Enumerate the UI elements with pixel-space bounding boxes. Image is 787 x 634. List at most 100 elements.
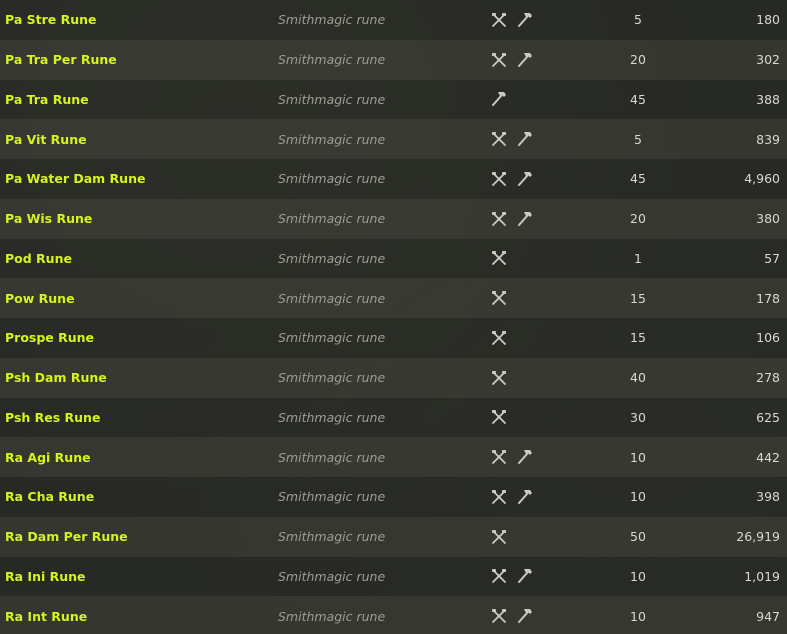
rune-price: 380 [756, 211, 780, 227]
rune-name-link[interactable]: Pa Tra Rune [5, 92, 89, 107]
table-row: Ra Agi Rune Smithmagic rune 10 442 [0, 437, 787, 477]
rune-level: 20 [630, 211, 646, 227]
table-row: Ra Ini Rune Smithmagic rune 10 1,019 [0, 556, 787, 597]
rune-name-link[interactable]: Ra Cha Rune [5, 489, 94, 504]
hammer-icon [516, 171, 534, 187]
rune-level: 1 [634, 250, 642, 266]
rune-level: 15 [630, 290, 646, 306]
rune-type-label: Smithmagic rune [278, 568, 386, 584]
rune-type-label: Smithmagic rune [278, 290, 386, 306]
rune-level: 10 [630, 449, 646, 465]
rune-name-link[interactable]: Pa Vit Rune [5, 132, 87, 147]
rune-price: 388 [756, 91, 780, 107]
profession-icons [490, 250, 508, 266]
profession-icons [490, 409, 508, 425]
rune-price: 106 [756, 330, 780, 346]
table-row: Pa Stre Rune Smithmagic rune 5 180 [0, 0, 787, 40]
rune-name-link[interactable]: Ra Dam Per Rune [5, 529, 128, 544]
rune-type-label: Smithmagic rune [278, 330, 386, 346]
rune-level: 5 [634, 12, 642, 28]
rune-level: 50 [630, 529, 646, 545]
table-row: Ra Dam Per Rune Smithmagic rune 50 26,919 [0, 516, 787, 557]
rune-name-link[interactable]: Ra Ini Rune [5, 569, 86, 584]
table-row: Psh Res Rune Smithmagic rune 30 625 [0, 397, 787, 438]
profession-icons [490, 131, 534, 147]
rune-name-link[interactable]: Psh Res Rune [5, 410, 100, 425]
rune-level: 30 [630, 409, 646, 425]
profession-icons [490, 489, 534, 505]
table-row: Ra Cha Rune Smithmagic rune 10 398 [0, 477, 787, 517]
rune-price: 947 [756, 608, 780, 624]
craft-icon [490, 370, 508, 386]
profession-icons [490, 290, 508, 306]
rune-price: 180 [756, 12, 780, 28]
rune-level: 10 [630, 489, 646, 505]
hammer-icon [516, 211, 534, 227]
craft-icon [490, 250, 508, 266]
rune-price: 302 [756, 52, 780, 68]
rune-level: 40 [630, 370, 646, 386]
table-row: Prospe Rune Smithmagic rune 15 106 [0, 318, 787, 358]
hammer-icon [516, 52, 534, 68]
rune-type-label: Smithmagic rune [278, 370, 386, 386]
rune-type-label: Smithmagic rune [278, 250, 386, 266]
table-row: Pa Water Dam Rune Smithmagic rune 45 4,960 [0, 159, 787, 199]
hammer-icon [516, 489, 534, 505]
table-row: Pa Wis Rune Smithmagic rune 20 380 [0, 198, 787, 239]
table-row: Ra Int Rune Smithmagic rune 10 947 [0, 596, 787, 634]
rune-name-link[interactable]: Pow Rune [5, 291, 75, 306]
hammer-icon [516, 608, 534, 624]
rune-name-link[interactable]: Ra Agi Rune [5, 450, 91, 465]
hammer-icon [516, 568, 534, 584]
rune-price: 839 [756, 131, 780, 147]
rune-type-label: Smithmagic rune [278, 409, 386, 425]
craft-icon [490, 52, 508, 68]
craft-icon [490, 211, 508, 227]
table-row: Pod Rune Smithmagic rune 1 57 [0, 238, 787, 279]
rune-type-label: Smithmagic rune [278, 12, 386, 28]
profession-icons [490, 449, 534, 465]
craft-icon [490, 608, 508, 624]
profession-icons [490, 52, 534, 68]
rune-level: 45 [630, 91, 646, 107]
rune-name-link[interactable]: Prospe Rune [5, 330, 94, 345]
rune-name-link[interactable]: Pa Water Dam Rune [5, 171, 145, 186]
table-row: Psh Dam Rune Smithmagic rune 40 278 [0, 357, 787, 398]
rune-price: 1,019 [744, 568, 780, 584]
hammer-icon [516, 12, 534, 28]
rune-type-label: Smithmagic rune [278, 131, 386, 147]
rune-level: 5 [634, 131, 642, 147]
table-row: Pow Rune Smithmagic rune 15 178 [0, 278, 787, 318]
rune-level: 10 [630, 568, 646, 584]
rune-type-label: Smithmagic rune [278, 91, 386, 107]
profession-icons [490, 568, 534, 584]
profession-icons [490, 91, 508, 107]
rune-level: 20 [630, 52, 646, 68]
rune-level: 15 [630, 330, 646, 346]
profession-icons [490, 171, 534, 187]
rune-name-link[interactable]: Pa Tra Per Rune [5, 52, 117, 67]
rune-type-label: Smithmagic rune [278, 52, 386, 68]
craft-icon [490, 171, 508, 187]
rune-type-label: Smithmagic rune [278, 449, 386, 465]
craft-icon [490, 409, 508, 425]
rune-name-link[interactable]: Psh Dam Rune [5, 370, 107, 385]
rune-name-link[interactable]: Pa Wis Rune [5, 211, 92, 226]
table-row: Pa Vit Rune Smithmagic rune 5 839 [0, 119, 787, 159]
table-row: Pa Tra Rune Smithmagic rune 45 388 [0, 79, 787, 120]
rune-name-link[interactable]: Pod Rune [5, 251, 72, 266]
craft-icon [490, 529, 508, 545]
profession-icons [490, 529, 508, 545]
rune-name-link[interactable]: Ra Int Rune [5, 609, 87, 624]
rune-type-label: Smithmagic rune [278, 171, 386, 187]
hammer-icon [516, 449, 534, 465]
profession-icons [490, 211, 534, 227]
rune-level: 45 [630, 171, 646, 187]
rune-price: 57 [764, 250, 780, 266]
rune-price: 26,919 [736, 529, 780, 545]
table-row: Pa Tra Per Rune Smithmagic rune 20 302 [0, 39, 787, 80]
rune-name-link[interactable]: Pa Stre Rune [5, 12, 97, 27]
craft-icon [490, 568, 508, 584]
rune-type-label: Smithmagic rune [278, 529, 386, 545]
rune-price: 278 [756, 370, 780, 386]
